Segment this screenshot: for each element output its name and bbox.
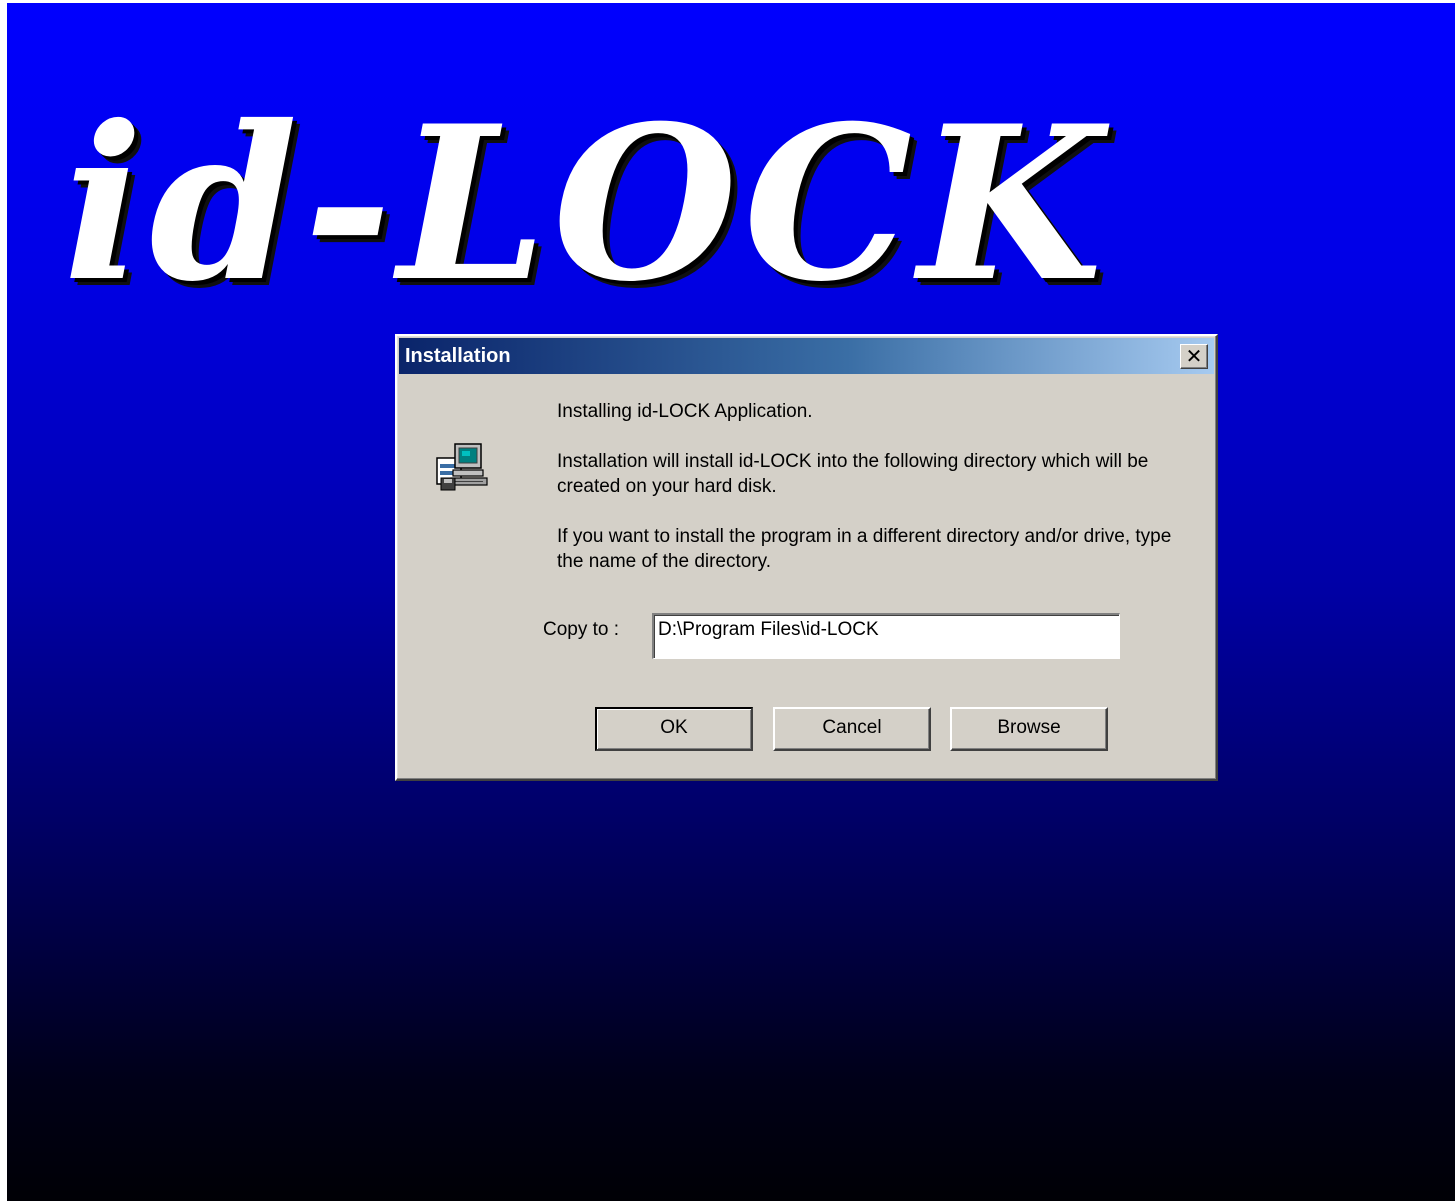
- id-lock-logo: id-LOCK: [63, 79, 1109, 328]
- setup-computer-icon: [436, 443, 488, 491]
- copy-to-label: Copy to :: [543, 619, 620, 640]
- browse-button[interactable]: Browse: [950, 707, 1108, 751]
- close-button[interactable]: ✕: [1180, 344, 1208, 369]
- install-directory-text: Installation will install id-LOCK into t…: [557, 451, 1149, 497]
- change-directory-text: If you want to install the program in a …: [557, 526, 1172, 572]
- close-icon: ✕: [1185, 344, 1203, 368]
- installation-dialog: Installation ✕ Installing id-LOCK Applic…: [395, 334, 1218, 781]
- dialog-title: Installation: [405, 345, 511, 367]
- install-status-text: Installing id-LOCK Application.: [557, 401, 813, 422]
- ok-button[interactable]: OK: [595, 707, 753, 751]
- install-path-input[interactable]: [652, 613, 1120, 659]
- dialog-title-bar[interactable]: Installation ✕: [399, 338, 1214, 374]
- cancel-button[interactable]: Cancel: [773, 707, 931, 751]
- desktop-background: id-LOCK Installation ✕ Installing id-LOC…: [7, 3, 1455, 1201]
